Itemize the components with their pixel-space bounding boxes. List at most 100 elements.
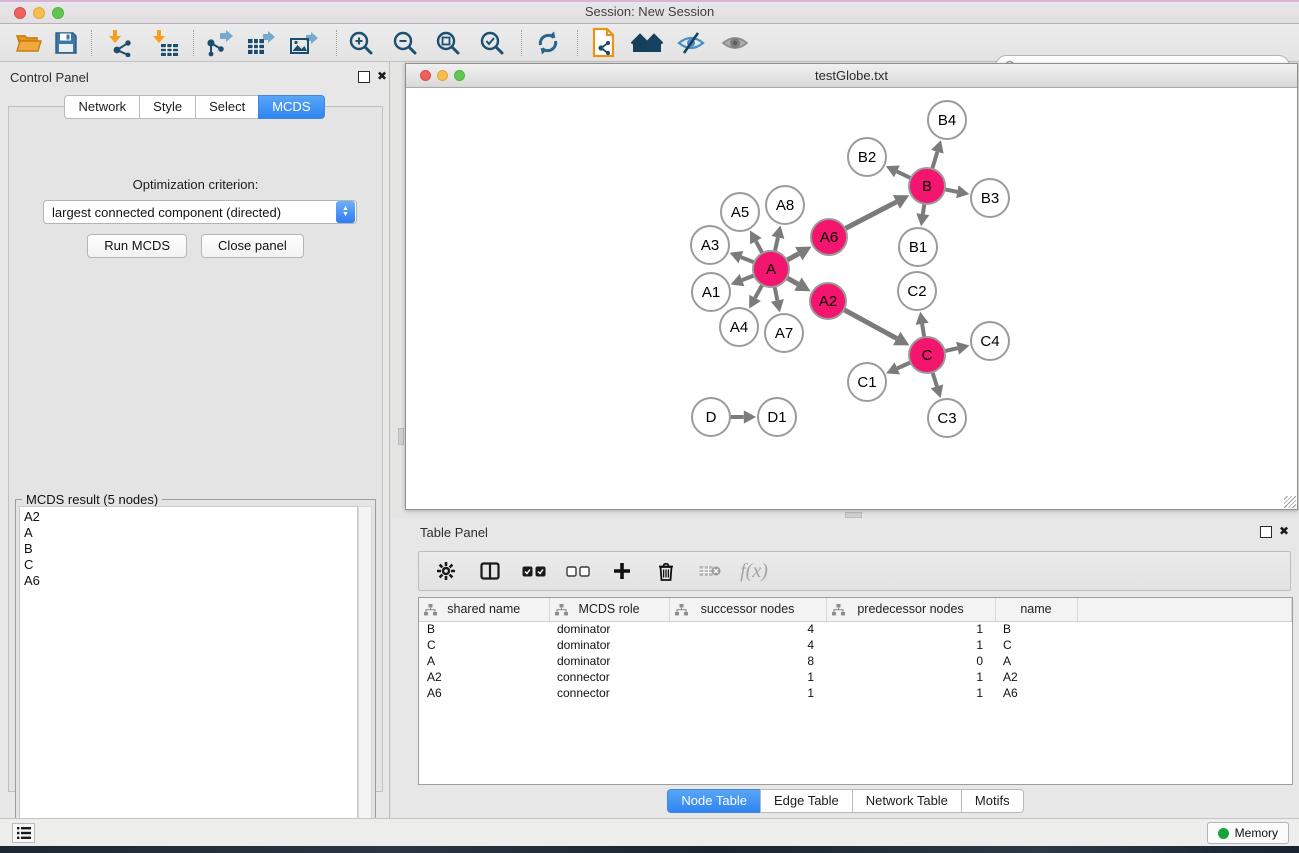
graph-node-B1[interactable]: B1 [899, 228, 937, 266]
import-network-button[interactable] [103, 28, 137, 58]
table-body[interactable]: Bdominator41BCdominator41CAdominator80AA… [419, 621, 1292, 701]
node-table[interactable]: shared name MCDS role successor nodes pr… [419, 598, 1292, 701]
column-header-name[interactable]: name [995, 598, 1077, 621]
graph-node-A7[interactable]: A7 [765, 314, 803, 352]
table-cell[interactable]: 8 [669, 653, 826, 669]
tab-motifs[interactable]: Motifs [961, 789, 1024, 813]
table-cell[interactable]: 1 [669, 669, 826, 685]
table-cell[interactable]: 0 [826, 653, 995, 669]
column-header-shared-name[interactable]: shared name [419, 598, 549, 621]
table-cell[interactable]: connector [549, 669, 669, 685]
close-table-panel-button[interactable]: ✖ [1278, 526, 1290, 538]
table-cell[interactable]: 1 [669, 685, 826, 701]
optimization-criterion-dropdown[interactable]: largest connected component (directed) ▲… [43, 200, 357, 224]
table-cell[interactable]: 4 [669, 621, 826, 637]
table-row[interactable]: Cdominator41C [419, 637, 1292, 653]
graph-node-C4[interactable]: C4 [971, 322, 1009, 360]
graph-node-A[interactable]: A [753, 251, 789, 287]
tab-node-table[interactable]: Node Table [667, 789, 760, 813]
export-image-button[interactable] [287, 28, 321, 58]
zoom-in-button[interactable] [344, 28, 378, 58]
zoom-selected-button[interactable] [475, 28, 509, 58]
delete-table-button[interactable] [697, 558, 723, 584]
table-cell[interactable]: 1 [826, 669, 995, 685]
graph-node-C1[interactable]: C1 [848, 363, 886, 401]
network-graph[interactable]: AA1A2A3A4A5A6A7A8BB1B2B3B4CC1C2C3C4DD1 [406, 88, 1297, 509]
delete-columns-button[interactable] [653, 558, 679, 584]
graph-node-D[interactable]: D [692, 398, 730, 436]
graph-node-A6[interactable]: A6 [811, 219, 847, 255]
new-network-from-selection-button[interactable] [588, 28, 622, 58]
tab-edge-table[interactable]: Edge Table [760, 789, 852, 813]
table-cell[interactable]: C [419, 637, 549, 653]
table-cell[interactable]: A6 [995, 685, 1077, 701]
tab-network[interactable]: Network [64, 95, 139, 119]
resize-grip[interactable] [1284, 496, 1296, 508]
show-all-button[interactable] [718, 28, 752, 58]
desktop-vertical-scroll-sliver[interactable] [398, 428, 404, 445]
result-list-item[interactable]: A [24, 525, 353, 541]
column-header-successor-nodes[interactable]: successor nodes [669, 598, 826, 621]
open-session-button[interactable] [12, 28, 46, 58]
tab-mcds[interactable]: MCDS [258, 95, 324, 119]
apply-layout-button[interactable] [531, 28, 565, 58]
function-builder-button[interactable]: f(x) [741, 558, 767, 584]
hide-selected-button[interactable] [674, 28, 708, 58]
graph-node-A3[interactable]: A3 [691, 226, 729, 264]
tab-select[interactable]: Select [195, 95, 258, 119]
zoom-out-button[interactable] [388, 28, 422, 58]
graph-node-A4[interactable]: A4 [720, 308, 758, 346]
import-table-button[interactable] [149, 28, 183, 58]
mcds-result-list[interactable]: A2ABCA6 [19, 506, 358, 836]
table-cell[interactable]: A [419, 653, 549, 669]
table-header-row[interactable]: shared name MCDS role successor nodes pr… [419, 598, 1292, 621]
graph-node-B4[interactable]: B4 [928, 101, 966, 139]
tab-style[interactable]: Style [139, 95, 195, 119]
graph-node-C2[interactable]: C2 [898, 272, 936, 310]
table-cell[interactable]: 1 [826, 637, 995, 653]
table-cell[interactable]: dominator [549, 653, 669, 669]
result-list-scrollbar[interactable] [358, 506, 372, 836]
graph-node-B2[interactable]: B2 [848, 138, 886, 176]
table-row[interactable]: Adominator80A [419, 653, 1292, 669]
close-panel-button[interactable]: Close panel [201, 234, 304, 258]
table-cell[interactable]: A2 [995, 669, 1077, 685]
run-mcds-button[interactable]: Run MCDS [87, 234, 187, 258]
graph-node-A8[interactable]: A8 [766, 186, 804, 224]
tab-network-table[interactable]: Network Table [852, 789, 961, 813]
result-list-item[interactable]: A6 [24, 573, 353, 589]
float-panel-button[interactable] [358, 71, 370, 83]
table-cell[interactable]: A6 [419, 685, 549, 701]
graph-node-A2[interactable]: A2 [810, 283, 846, 319]
table-cell[interactable]: 1 [826, 621, 995, 637]
export-table-button[interactable] [244, 28, 278, 58]
select-all-columns-button[interactable] [521, 558, 547, 584]
table-row[interactable]: Bdominator41B [419, 621, 1292, 637]
graph-node-C[interactable]: C [909, 337, 945, 373]
first-neighbors-button[interactable] [630, 28, 664, 58]
table-cell[interactable]: C [995, 637, 1077, 653]
memory-button[interactable]: Memory [1207, 822, 1289, 844]
table-cell[interactable]: connector [549, 685, 669, 701]
table-cell[interactable]: A2 [419, 669, 549, 685]
table-cell[interactable]: B [419, 621, 549, 637]
graph-node-D1[interactable]: D1 [758, 398, 796, 436]
graph-node-B[interactable]: B [909, 168, 945, 204]
task-history-button[interactable] [12, 823, 35, 843]
column-header-MCDS-role[interactable]: MCDS role [549, 598, 669, 621]
graph-node-C3[interactable]: C3 [928, 399, 966, 437]
export-network-button[interactable] [202, 28, 236, 58]
deselect-all-columns-button[interactable] [565, 558, 591, 584]
table-cell[interactable]: 1 [826, 685, 995, 701]
result-list-item[interactable]: B [24, 541, 353, 557]
table-row[interactable]: A6connector11A6 [419, 685, 1292, 701]
table-row[interactable]: A2connector11A2 [419, 669, 1292, 685]
add-column-button[interactable] [609, 558, 635, 584]
table-cell[interactable]: A [995, 653, 1077, 669]
graph-node-B3[interactable]: B3 [971, 179, 1009, 217]
table-cell[interactable]: dominator [549, 637, 669, 653]
close-panel-x-button[interactable]: ✖ [376, 71, 388, 83]
graph-node-A1[interactable]: A1 [692, 273, 730, 311]
float-table-panel-button[interactable] [1260, 526, 1272, 538]
table-settings-button[interactable] [433, 558, 459, 584]
